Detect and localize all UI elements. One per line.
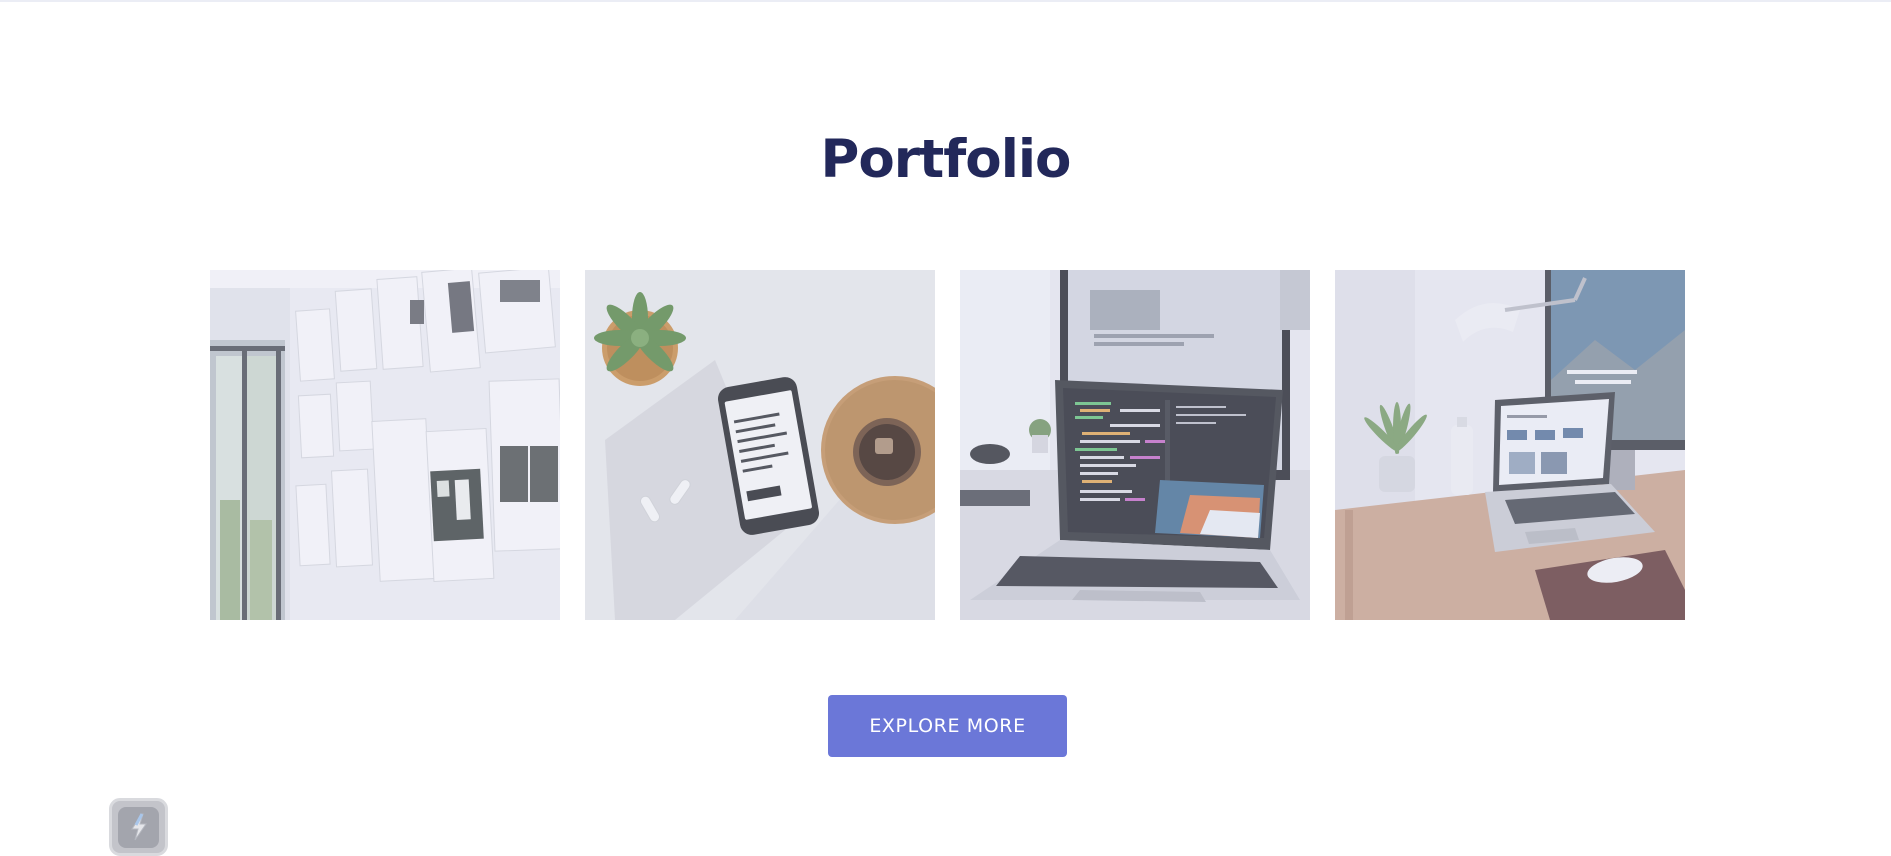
top-divider (0, 0, 1891, 2)
portfolio-gallery (210, 270, 1685, 620)
explore-more-button[interactable]: EXPLORE MORE (828, 695, 1067, 757)
lightning-widget[interactable] (109, 798, 168, 856)
laptop-code-image (960, 270, 1310, 620)
lightning-bolt-icon (118, 806, 159, 848)
portfolio-item-wall-prints[interactable] (210, 270, 560, 620)
desk-setup-image (1335, 270, 1685, 620)
page-title: Portfolio (820, 129, 1072, 190)
portfolio-item-desk-setup[interactable] (1335, 270, 1685, 620)
phone-flatlay-image (585, 270, 935, 620)
wall-prints-image (210, 270, 560, 620)
portfolio-item-laptop-code[interactable] (960, 270, 1310, 620)
portfolio-item-phone-flatlay[interactable] (585, 270, 935, 620)
